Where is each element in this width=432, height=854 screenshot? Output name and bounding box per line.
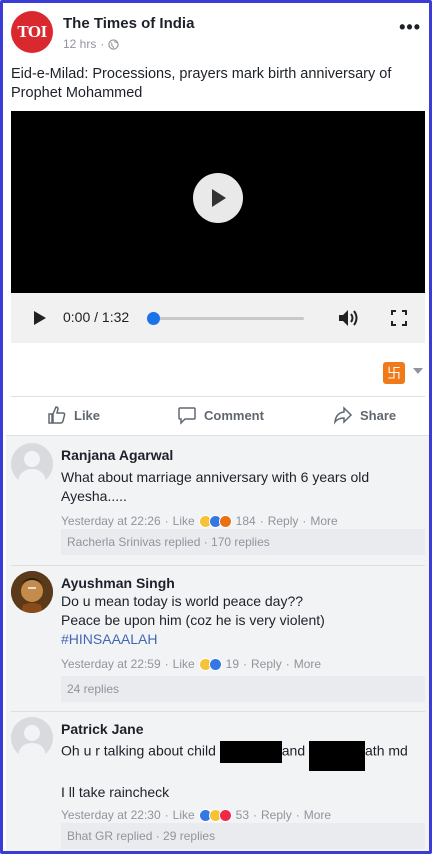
video-progress-track[interactable] [154, 317, 304, 320]
comment-body: Ayushman Singh Do u mean today is world … [61, 571, 421, 671]
divider [11, 565, 425, 566]
post-card: TOI The Times of India 12 hrs · ••• Eid-… [0, 0, 432, 854]
comment-text: What about marriage anniversary with 6 y… [61, 469, 370, 504]
love-icon [218, 808, 232, 822]
comment-button[interactable]: Comment [177, 405, 264, 425]
thumbs-up-icon [48, 406, 66, 424]
comment-body: Ranjana Agarwal What about marriage anni… [61, 443, 421, 528]
reaction-icons[interactable] [198, 657, 222, 671]
comment-icon [178, 407, 196, 425]
fullscreen-icon[interactable] [391, 310, 407, 326]
comment-time[interactable]: Yesterday at 22:30 [61, 808, 161, 822]
like-label: Like [74, 407, 101, 423]
avatar[interactable] [11, 443, 53, 485]
comment-text: Peace be upon him (coz he is very violen… [61, 612, 325, 628]
comment-meta: Yesterday at 22:26 · Like 184 · Reply · … [61, 514, 338, 528]
page-avatar[interactable]: TOI [11, 11, 53, 53]
post-time[interactable]: 12 hrs [63, 37, 96, 51]
comment-more-link[interactable]: More [304, 808, 331, 822]
video-player[interactable] [11, 111, 425, 293]
share-button[interactable]: Share [333, 405, 396, 425]
comment-text-part: and [281, 742, 306, 759]
reaction-count[interactable]: 19 [226, 657, 239, 671]
comment-reply-link[interactable]: Reply [251, 657, 282, 671]
comment: Patrick Jane Oh u r talking about child … [11, 717, 425, 849]
divider [11, 711, 425, 712]
redaction-box [309, 741, 366, 771]
comment-meta: Yesterday at 22:59 · Like 19 · Reply · M… [61, 657, 322, 671]
comment-text: Do u mean today is world peace day?? [61, 593, 304, 609]
reaction-count[interactable]: 53 [236, 808, 249, 822]
post-meta: 12 hrs · [63, 37, 120, 51]
like-button[interactable]: Like [47, 405, 100, 425]
reaction-icons[interactable] [198, 808, 232, 822]
post-header: TOI The Times of India 12 hrs · ••• [11, 11, 421, 55]
avatar[interactable] [11, 717, 53, 759]
share-label: Share [360, 407, 397, 423]
share-icon [333, 406, 353, 425]
comment: Ranjana Agarwal What about marriage anni… [11, 443, 425, 555]
volume-icon[interactable] [338, 308, 360, 328]
hashtag-link[interactable]: #HINSAAALAH [61, 630, 421, 649]
play-icon[interactable] [193, 173, 243, 223]
play-control-icon[interactable] [33, 310, 47, 326]
comment-like-link[interactable]: Like [173, 657, 195, 671]
angry-icon [218, 514, 232, 528]
video-controls: 0:00 / 1:32 [11, 293, 425, 343]
comment-reply-link[interactable]: Reply [261, 808, 292, 822]
comment-text-part: Oh u r talking about child [61, 742, 216, 759]
comment-meta: Yesterday at 22:30 · Like 53 · Reply · M… [61, 808, 332, 822]
comment-text: Oh u r talking about child and ath md [61, 741, 421, 771]
redaction-box [219, 741, 282, 763]
replies-summary[interactable]: Racherla Srinivas replied · 170 replies [61, 529, 425, 555]
avatar[interactable] [11, 571, 53, 613]
video-time: 0:00 / 1:32 [63, 309, 130, 325]
comment-text: I ll take raincheck [61, 784, 170, 800]
replies-summary[interactable]: 24 replies [61, 676, 425, 702]
comment-body: Patrick Jane Oh u r talking about child … [61, 717, 421, 822]
comment-more-link[interactable]: More [310, 514, 337, 528]
reaction-count[interactable]: 184 [236, 514, 256, 528]
comment-reply-link[interactable]: Reply [268, 514, 299, 528]
globe-icon [108, 38, 120, 50]
comment: Ayushman Singh Do u mean today is world … [11, 571, 425, 702]
comment-like-link[interactable]: Like [173, 514, 195, 528]
replies-summary[interactable]: Bhat GR replied · 29 replies [61, 823, 425, 849]
more-options-icon[interactable]: ••• [399, 17, 421, 38]
comment-like-link[interactable]: Like [173, 808, 195, 822]
comment-time[interactable]: Yesterday at 22:59 [61, 657, 161, 671]
video-progress-knob[interactable] [147, 312, 160, 325]
post-actions: Like Comment Share [11, 397, 425, 433]
comment-text-part: ath md [365, 742, 408, 759]
comment-author[interactable]: Ayushman Singh [61, 574, 421, 592]
comment-label: Comment [204, 407, 264, 423]
like-reaction-icon [208, 657, 222, 671]
comment-author[interactable]: Patrick Jane [61, 720, 421, 738]
reaction-icons[interactable] [198, 514, 232, 528]
page-name[interactable]: The Times of India [63, 15, 194, 32]
comment-author[interactable]: Ranjana Agarwal [61, 446, 421, 464]
chevron-down-icon[interactable] [413, 368, 423, 374]
reaction-picker-row: 卐 [11, 359, 425, 389]
post-text: Eid-e-Milad: Processions, prayers mark b… [11, 66, 392, 101]
comment-time[interactable]: Yesterday at 22:26 [61, 514, 161, 528]
divider [6, 435, 429, 436]
reaction-picker-icon[interactable]: 卐 [383, 362, 405, 384]
comment-more-link[interactable]: More [294, 657, 321, 671]
